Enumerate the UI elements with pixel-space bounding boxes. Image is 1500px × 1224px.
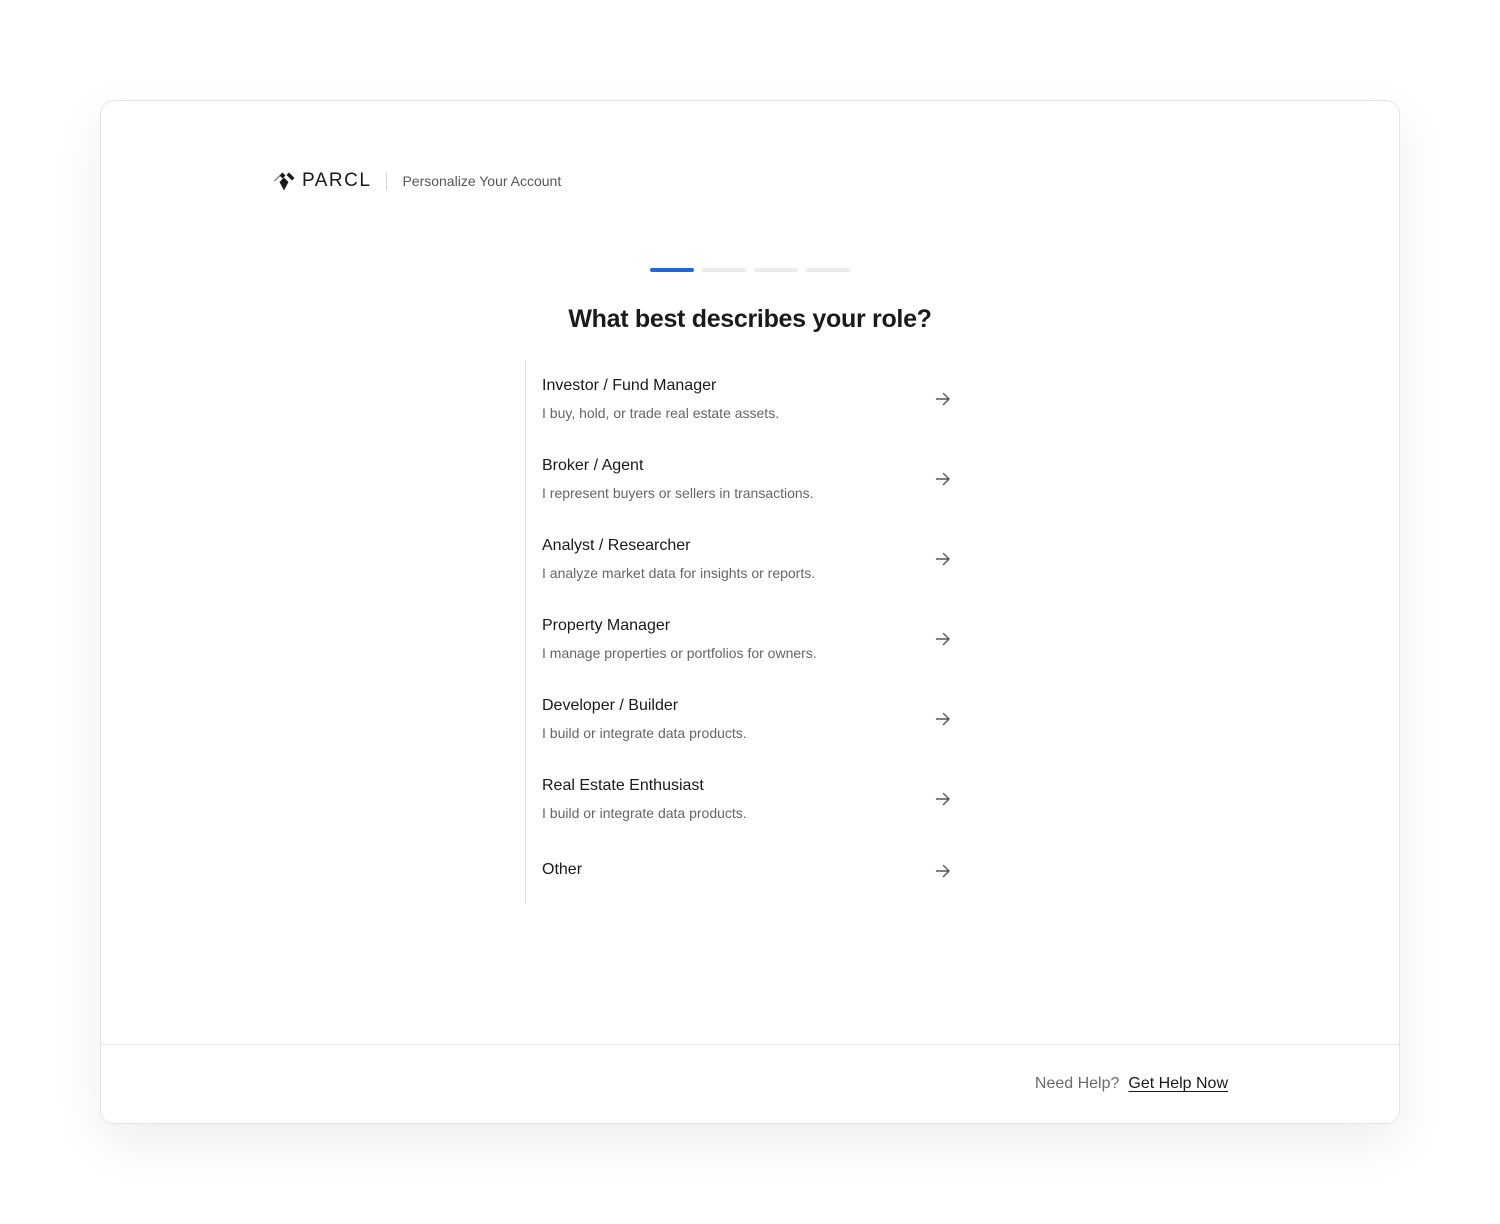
- role-option-description: I build or integrate data products.: [542, 805, 747, 821]
- role-option-developer[interactable]: Developer / Builder I build or integrate…: [526, 680, 966, 760]
- arrow-right-icon: [935, 632, 950, 646]
- step-1: [650, 268, 694, 272]
- brand-subtitle: Personalize Your Account: [402, 173, 562, 189]
- brand-divider: [386, 172, 388, 190]
- role-option-title: Analyst / Researcher: [542, 537, 691, 554]
- role-option-title: Developer / Builder: [542, 697, 679, 714]
- parcl-logo: PARCL: [272, 169, 371, 193]
- onboarding-card: PARCL Personalize Your Account What best…: [100, 100, 1400, 1124]
- logo-text: PARCL: [302, 170, 372, 191]
- role-option-broker[interactable]: Broker / Agent I represent buyers or sel…: [526, 440, 966, 520]
- role-option-property-manager[interactable]: Property Manager I manage properties or …: [526, 600, 966, 680]
- role-option-investor[interactable]: Investor / Fund Manager I buy, hold, or …: [526, 360, 966, 440]
- arrow-right-icon: [935, 552, 950, 566]
- role-option-description: I represent buyers or sellers in transac…: [542, 485, 814, 501]
- role-option-title: Property Manager: [542, 617, 671, 634]
- arrow-right-icon: [935, 712, 950, 726]
- get-help-link[interactable]: Get Help Now: [1128, 1075, 1228, 1093]
- role-option-description: I buy, hold, or trade real estate assets…: [542, 405, 780, 421]
- step-2: [702, 268, 746, 272]
- role-option-title: Other: [542, 861, 583, 878]
- page-title: What best describes your role?: [568, 305, 932, 333]
- role-options-list: Investor / Fund Manager I buy, hold, or …: [525, 360, 965, 904]
- role-option-title: Broker / Agent: [542, 457, 644, 474]
- arrow-right-icon: [935, 392, 950, 406]
- arrow-right-icon: [935, 792, 950, 806]
- step-3: [754, 268, 798, 272]
- arrow-right-icon: [935, 472, 950, 486]
- role-option-analyst[interactable]: Analyst / Researcher I analyze market da…: [526, 520, 966, 600]
- role-option-description: I manage properties or portfolios for ow…: [542, 645, 817, 661]
- parcl-logo-icon: [273, 172, 295, 191]
- brand-header: PARCL Personalize Your Account: [272, 168, 561, 194]
- role-option-title: Real Estate Enthusiast: [542, 777, 704, 794]
- progress-stepper: [650, 268, 850, 272]
- help-label: Need Help?: [1034, 1075, 1120, 1092]
- footer-divider: [101, 1044, 1399, 1045]
- role-option-description: I analyze market data for insights or re…: [542, 565, 816, 581]
- role-option-enthusiast[interactable]: Real Estate Enthusiast I build or integr…: [526, 760, 966, 840]
- role-option-description: I build or integrate data products.: [542, 725, 747, 741]
- role-option-title: Investor / Fund Manager: [542, 377, 717, 394]
- step-4: [806, 268, 850, 272]
- role-option-other[interactable]: Other: [526, 840, 966, 904]
- arrow-right-icon: [935, 864, 950, 878]
- help-footer: Need Help? Get Help Now: [1035, 1075, 1228, 1093]
